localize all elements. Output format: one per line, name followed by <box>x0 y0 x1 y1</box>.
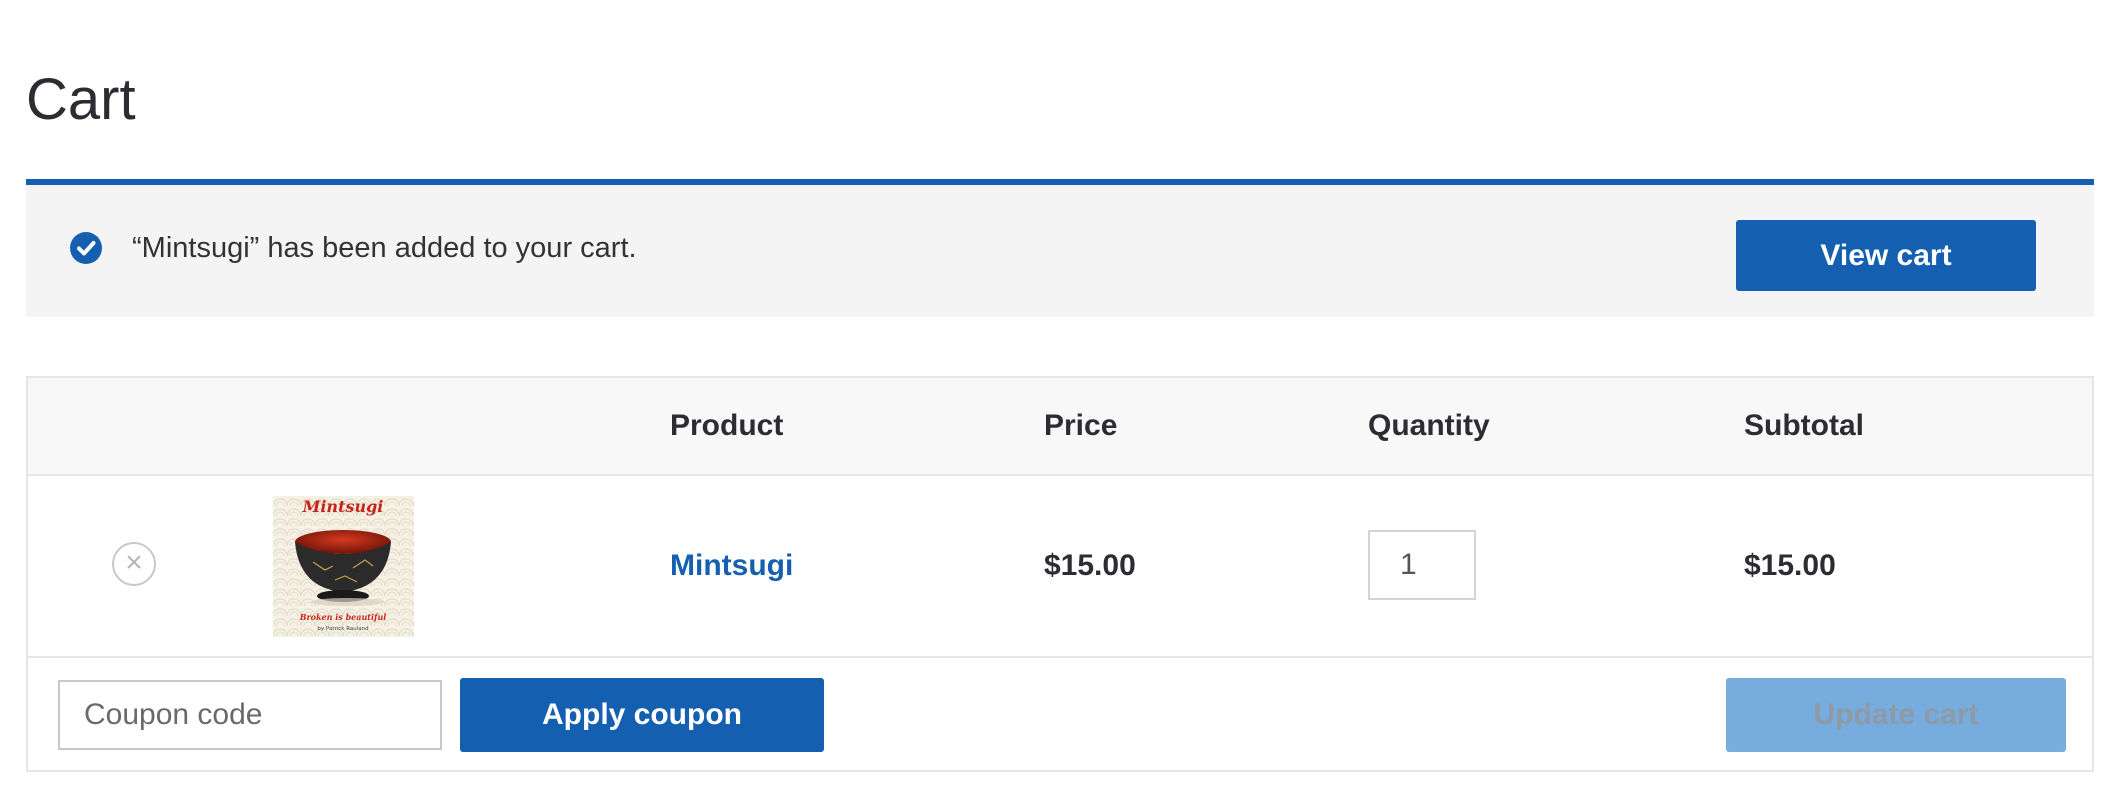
table-row: × Mintsugi Broken is beautiful by Patric… <box>28 476 2092 658</box>
column-header-product: Product <box>670 409 784 442</box>
thumbnail-title: Mintsugi <box>302 497 384 516</box>
product-thumbnail[interactable]: Mintsugi Broken is beautiful by Patrick … <box>273 496 414 637</box>
page-title: Cart <box>26 67 136 132</box>
apply-coupon-button[interactable]: Apply coupon <box>460 678 824 752</box>
product-subtotal: $15.00 <box>1744 549 1836 582</box>
update-cart-button[interactable]: Update cart <box>1726 678 2066 752</box>
cart-table: Product Price Quantity Subtotal × Mintsu… <box>26 376 2094 772</box>
cart-actions: Apply coupon Update cart <box>28 658 2092 772</box>
notice-message: “Mintsugi” has been added to your cart. <box>132 232 637 264</box>
thumbnail-author: by Patrick Rauland <box>317 626 368 632</box>
cart-page: Cart “Mintsugi” has been added to your c… <box>0 0 2114 802</box>
quantity-input[interactable] <box>1368 530 1476 600</box>
coupon-code-input[interactable] <box>58 680 442 750</box>
product-price: $15.00 <box>1044 549 1136 582</box>
close-icon: × <box>125 546 143 579</box>
product-name-cell: Mintsugi <box>670 476 793 656</box>
check-circle-icon <box>70 232 102 264</box>
column-header-subtotal: Subtotal <box>1744 409 1864 442</box>
thumbnail-tagline: Broken is beautiful <box>299 612 387 622</box>
product-link[interactable]: Mintsugi <box>670 549 793 582</box>
added-to-cart-notice: “Mintsugi” has been added to your cart. … <box>26 179 2094 317</box>
table-header: Product Price Quantity Subtotal <box>28 378 2092 476</box>
view-cart-button[interactable]: View cart <box>1736 220 2036 291</box>
column-header-quantity: Quantity <box>1368 409 1490 442</box>
remove-item-button[interactable]: × <box>112 542 156 586</box>
column-header-price: Price <box>1044 409 1118 442</box>
